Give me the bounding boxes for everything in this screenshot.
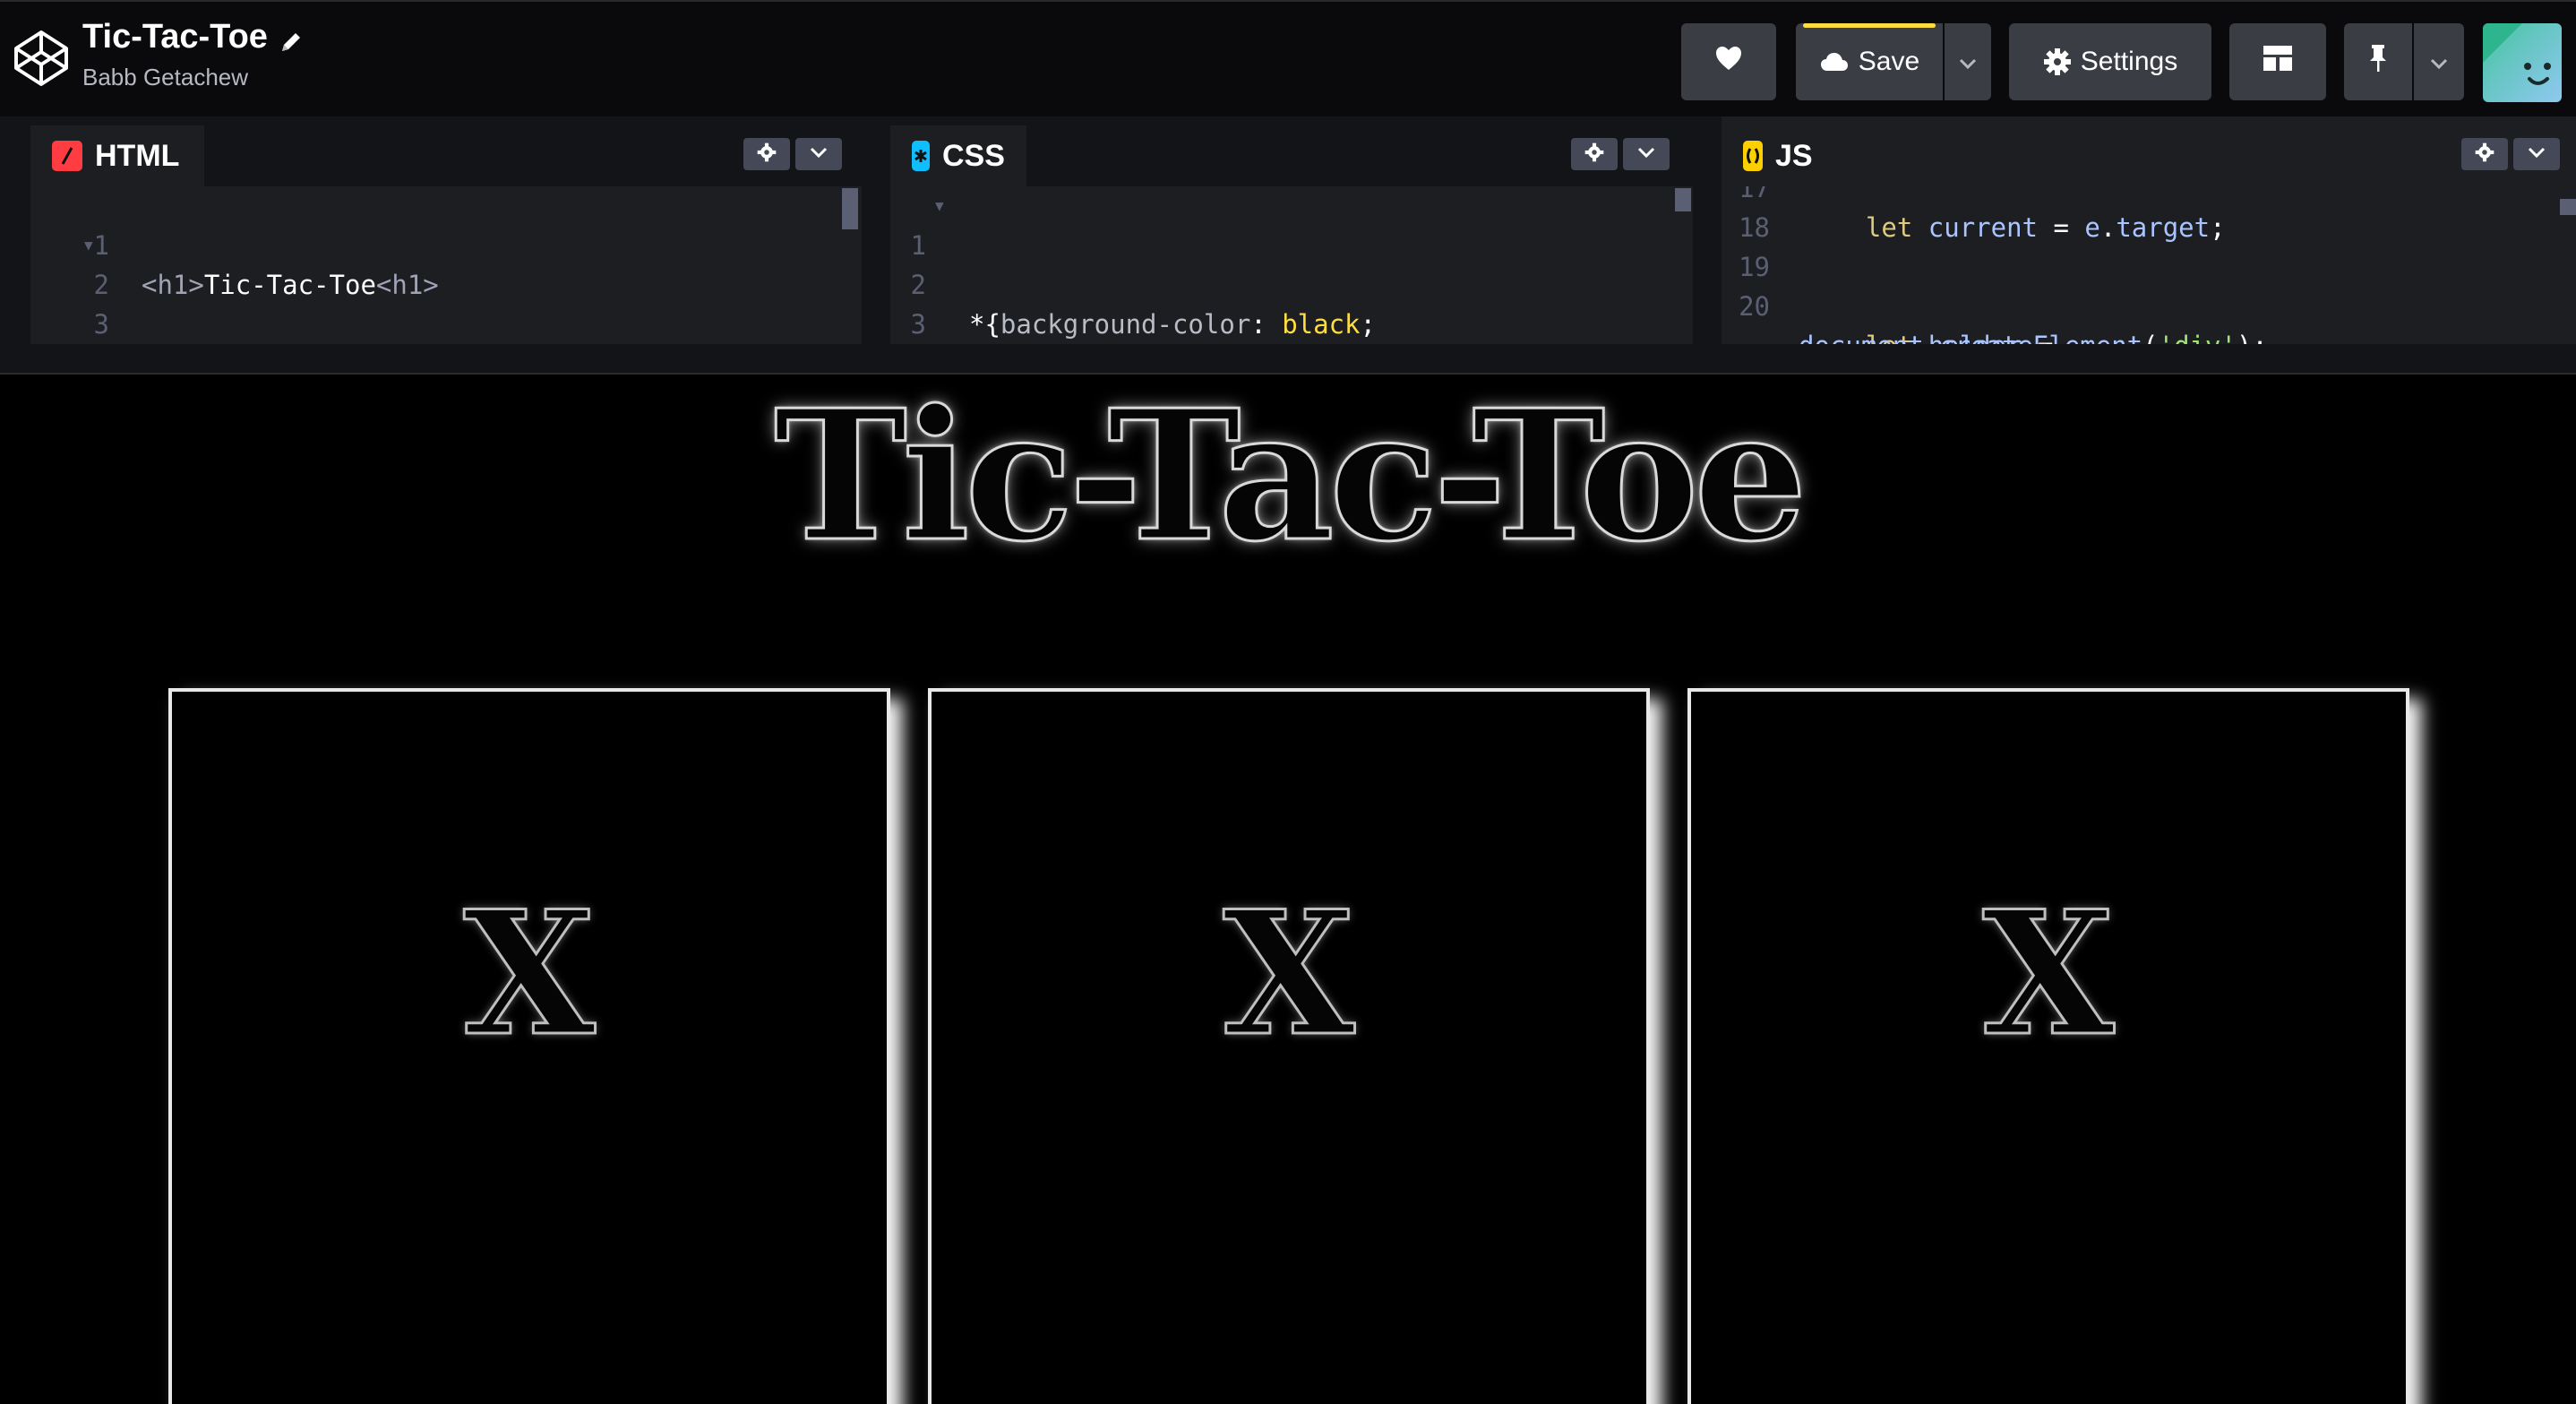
html-collapse-button[interactable]	[795, 138, 842, 170]
code-line: 19	[1722, 208, 1847, 282]
html-icon	[52, 141, 82, 171]
gear-icon	[757, 142, 777, 167]
board-cell[interactable]: X	[168, 688, 890, 1404]
pane-resizer[interactable]	[1693, 116, 1722, 344]
cell-mark: X	[1981, 874, 2116, 1073]
js-collapse-button[interactable]	[2513, 138, 2560, 170]
heart-icon	[1714, 45, 1743, 79]
code-text: <h1>Tic-Tac-Toe<h1>	[142, 270, 439, 300]
top-bar: Tic-Tac-Toe Babb Getachew Save Settings	[0, 0, 2576, 116]
pin-options-dropdown[interactable]	[2414, 23, 2464, 100]
css-tab-label: CSS	[942, 138, 1005, 173]
board-cell[interactable]: X	[928, 688, 1650, 1404]
code-line: 2 background-color: black;	[890, 226, 1376, 340]
cell-mark: X	[1222, 874, 1356, 1073]
code-line: 3 <div class="edit"></div>	[30, 265, 156, 340]
save-button[interactable]: Save	[1796, 23, 1943, 100]
pin-button[interactable]	[2344, 23, 2412, 100]
css-editor-pane: CSS 1 ▼ *{ 2 background-color: black; 3 …	[890, 116, 1693, 344]
code-line: 4 <div class="edit"></div>	[30, 305, 156, 344]
css-settings-button[interactable]	[1571, 138, 1618, 170]
js-tab[interactable]: JS	[1722, 125, 1824, 186]
fold-arrow-icon[interactable]: ▼	[84, 226, 93, 265]
html-tab-bar: HTML	[30, 116, 862, 186]
js-tab-bar: JS	[1722, 116, 2576, 186]
code-text: document.createElement('div');	[1799, 326, 2268, 344]
board-cell[interactable]: X	[1687, 688, 2409, 1404]
code-line: 1 ▼ *{	[890, 186, 1016, 340]
code-text: let current = e.target;	[1865, 212, 2226, 243]
author-name[interactable]: Babb Getachew	[82, 64, 304, 91]
html-scrollbar-thumb[interactable]	[842, 188, 858, 229]
chevron-down-icon	[1958, 47, 1978, 77]
css-collapse-button[interactable]	[1623, 138, 1670, 170]
pin-icon	[2367, 43, 2389, 81]
settings-label: Settings	[2080, 47, 2178, 76]
chevron-down-icon	[1636, 146, 1656, 163]
cell-mark: X	[462, 874, 597, 1073]
html-code-area[interactable]: 1 <h1>Tic-Tac-Toe<h1> 2 ▼ <div class ="f…	[30, 186, 862, 344]
change-view-button[interactable]	[2229, 23, 2326, 100]
js-icon	[1743, 141, 1763, 171]
pen-title[interactable]: Tic-Tac-Toe	[82, 18, 268, 56]
gear-icon	[2043, 47, 2072, 76]
save-options-dropdown[interactable]	[1945, 23, 1991, 100]
editor-panels: HTML 1 <h1>Tic-Tac-Toe<h1> 2 ▼ <div clas…	[0, 116, 2576, 344]
save-label: Save	[1858, 47, 1920, 76]
settings-button[interactable]: Settings	[2009, 23, 2211, 100]
js-settings-button[interactable]	[2461, 138, 2508, 170]
cloud-icon	[1819, 51, 1850, 73]
chevron-down-icon	[809, 146, 829, 163]
user-avatar[interactable]	[2483, 23, 2562, 102]
js-code-area[interactable]: 17 let current = e.target; 18 19 20 let …	[1722, 173, 2576, 344]
code-line: 3 cursor: crosshair;	[890, 265, 1016, 340]
layout-icon	[2263, 45, 2293, 79]
pane-resizer[interactable]	[862, 116, 890, 344]
like-button[interactable]	[1681, 23, 1776, 100]
gear-icon	[2475, 142, 2494, 167]
edit-title-pencil-icon[interactable]	[279, 25, 304, 51]
html-settings-button[interactable]	[743, 138, 790, 170]
preview-resizer[interactable]	[0, 344, 2576, 375]
gear-icon	[1584, 142, 1604, 167]
code-line: 4 }	[890, 305, 1016, 344]
pen-title-block: Tic-Tac-Toe Babb Getachew	[82, 18, 304, 91]
chevron-down-icon	[2429, 47, 2449, 77]
html-tab-label: HTML	[95, 138, 180, 173]
css-scrollbar-thumb[interactable]	[1675, 188, 1691, 211]
fold-arrow-icon[interactable]: ▼	[935, 186, 944, 226]
html-tab[interactable]: HTML	[30, 125, 205, 186]
css-icon	[912, 141, 930, 171]
css-tab-bar: CSS	[890, 116, 1693, 186]
code-line: 20 let holder =	[1722, 247, 2053, 344]
code-text: background-color: black;	[1000, 309, 1376, 340]
js-scrollbar-thumb[interactable]	[2560, 199, 2576, 215]
code-line: 1 <h1>Tic-Tac-Toe<h1>	[30, 186, 439, 300]
codepen-logo-icon[interactable]	[13, 29, 70, 88]
unsaved-indicator-bar	[1803, 23, 1936, 28]
css-code-area[interactable]: 1 ▼ *{ 2 background-color: black; 3 curs…	[890, 186, 1693, 344]
game-heading: Tic-Tac-Toe	[773, 375, 1809, 581]
code-line: 2 ▼ <div class ="flex">	[30, 226, 156, 300]
result-preview: Tic-Tac-Toe X X X	[0, 375, 2576, 1404]
js-editor-pane: 17 let current = e.target; 18 19 20 let …	[1722, 116, 2576, 344]
chevron-down-icon	[2527, 146, 2546, 163]
js-tab-label: JS	[1775, 138, 1813, 173]
html-editor-pane: HTML 1 <h1>Tic-Tac-Toe<h1> 2 ▼ <div clas…	[30, 116, 862, 344]
css-tab[interactable]: CSS	[890, 125, 1026, 186]
code-line: document.createElement('div');	[1722, 287, 2268, 344]
